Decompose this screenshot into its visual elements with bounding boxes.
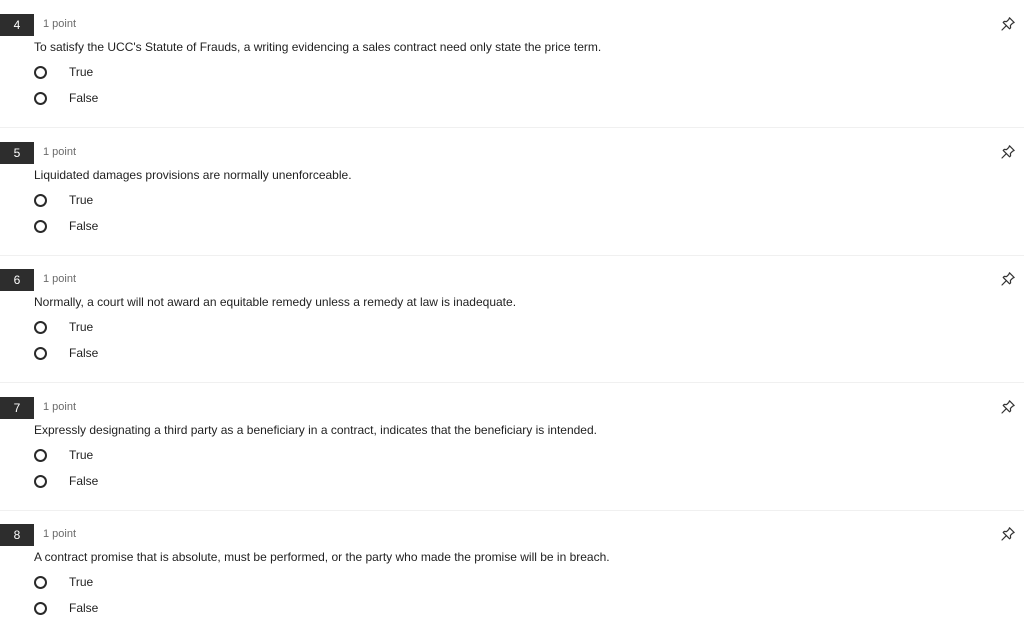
quiz-question-list: 4 1 point To satisfy the UCC's Statute o…	[0, 0, 1024, 639]
radio-unchecked-icon[interactable]	[34, 575, 47, 589]
answer-option-true[interactable]: True	[34, 317, 93, 337]
question-number-badge: 4	[0, 14, 34, 36]
answer-option-false[interactable]: False	[34, 598, 98, 618]
answer-option-false[interactable]: False	[34, 216, 98, 236]
question-8: 8 1 point A contract promise that is abs…	[0, 510, 1024, 638]
pin-icon[interactable]	[1000, 16, 1016, 32]
answer-option-false[interactable]: False	[34, 343, 98, 363]
answer-option-true[interactable]: True	[34, 190, 93, 210]
question-6: 6 1 point Normally, a court will not awa…	[0, 255, 1024, 383]
answer-option-label: False	[69, 219, 99, 233]
pin-icon[interactable]	[1000, 399, 1016, 415]
pin-icon[interactable]	[1000, 271, 1016, 287]
radio-unchecked-icon[interactable]	[34, 320, 47, 334]
question-points: 1 point	[43, 401, 77, 413]
pin-icon[interactable]	[1000, 144, 1016, 160]
pin-icon[interactable]	[1000, 526, 1016, 542]
answer-option-true[interactable]: True	[34, 62, 93, 82]
question-prompt: Normally, a court will not award an equi…	[34, 295, 517, 309]
radio-unchecked-icon[interactable]	[34, 91, 47, 105]
answer-option-label: True	[69, 575, 94, 589]
question-prompt: Liquidated damages provisions are normal…	[34, 168, 352, 182]
radio-unchecked-icon[interactable]	[34, 448, 47, 462]
answer-option-false[interactable]: False	[34, 471, 98, 491]
radio-unchecked-icon[interactable]	[34, 346, 47, 360]
answer-option-label: True	[69, 193, 94, 207]
radio-unchecked-icon[interactable]	[34, 65, 47, 79]
question-prompt: A contract promise that is absolute, mus…	[34, 550, 610, 564]
question-5: 5 1 point Liquidated damages provisions …	[0, 128, 1024, 256]
answer-option-true[interactable]: True	[34, 572, 93, 592]
question-points: 1 point	[43, 273, 77, 285]
radio-unchecked-icon[interactable]	[34, 474, 47, 488]
question-7: 7 1 point Expressly designating a third …	[0, 383, 1024, 511]
question-number-badge: 7	[0, 397, 34, 419]
question-number-badge: 5	[0, 142, 34, 164]
question-points: 1 point	[43, 528, 77, 540]
question-points: 1 point	[43, 18, 77, 30]
answer-option-false[interactable]: False	[34, 88, 98, 108]
question-number-badge: 6	[0, 269, 34, 291]
radio-unchecked-icon[interactable]	[34, 219, 47, 233]
question-prompt: Expressly designating a third party as a…	[34, 423, 597, 437]
radio-unchecked-icon[interactable]	[34, 601, 47, 615]
answer-option-label: True	[69, 448, 94, 462]
question-4: 4 1 point To satisfy the UCC's Statute o…	[0, 0, 1024, 128]
answer-option-label: True	[69, 65, 94, 79]
question-number-badge: 8	[0, 524, 34, 546]
radio-unchecked-icon[interactable]	[34, 193, 47, 207]
answer-option-true[interactable]: True	[34, 445, 93, 465]
answer-option-label: True	[69, 320, 94, 334]
answer-option-label: False	[69, 91, 99, 105]
answer-option-label: False	[69, 474, 99, 488]
answer-option-label: False	[69, 346, 99, 360]
answer-option-label: False	[69, 601, 99, 615]
question-prompt: To satisfy the UCC's Statute of Frauds, …	[34, 40, 602, 54]
question-points: 1 point	[43, 146, 77, 158]
